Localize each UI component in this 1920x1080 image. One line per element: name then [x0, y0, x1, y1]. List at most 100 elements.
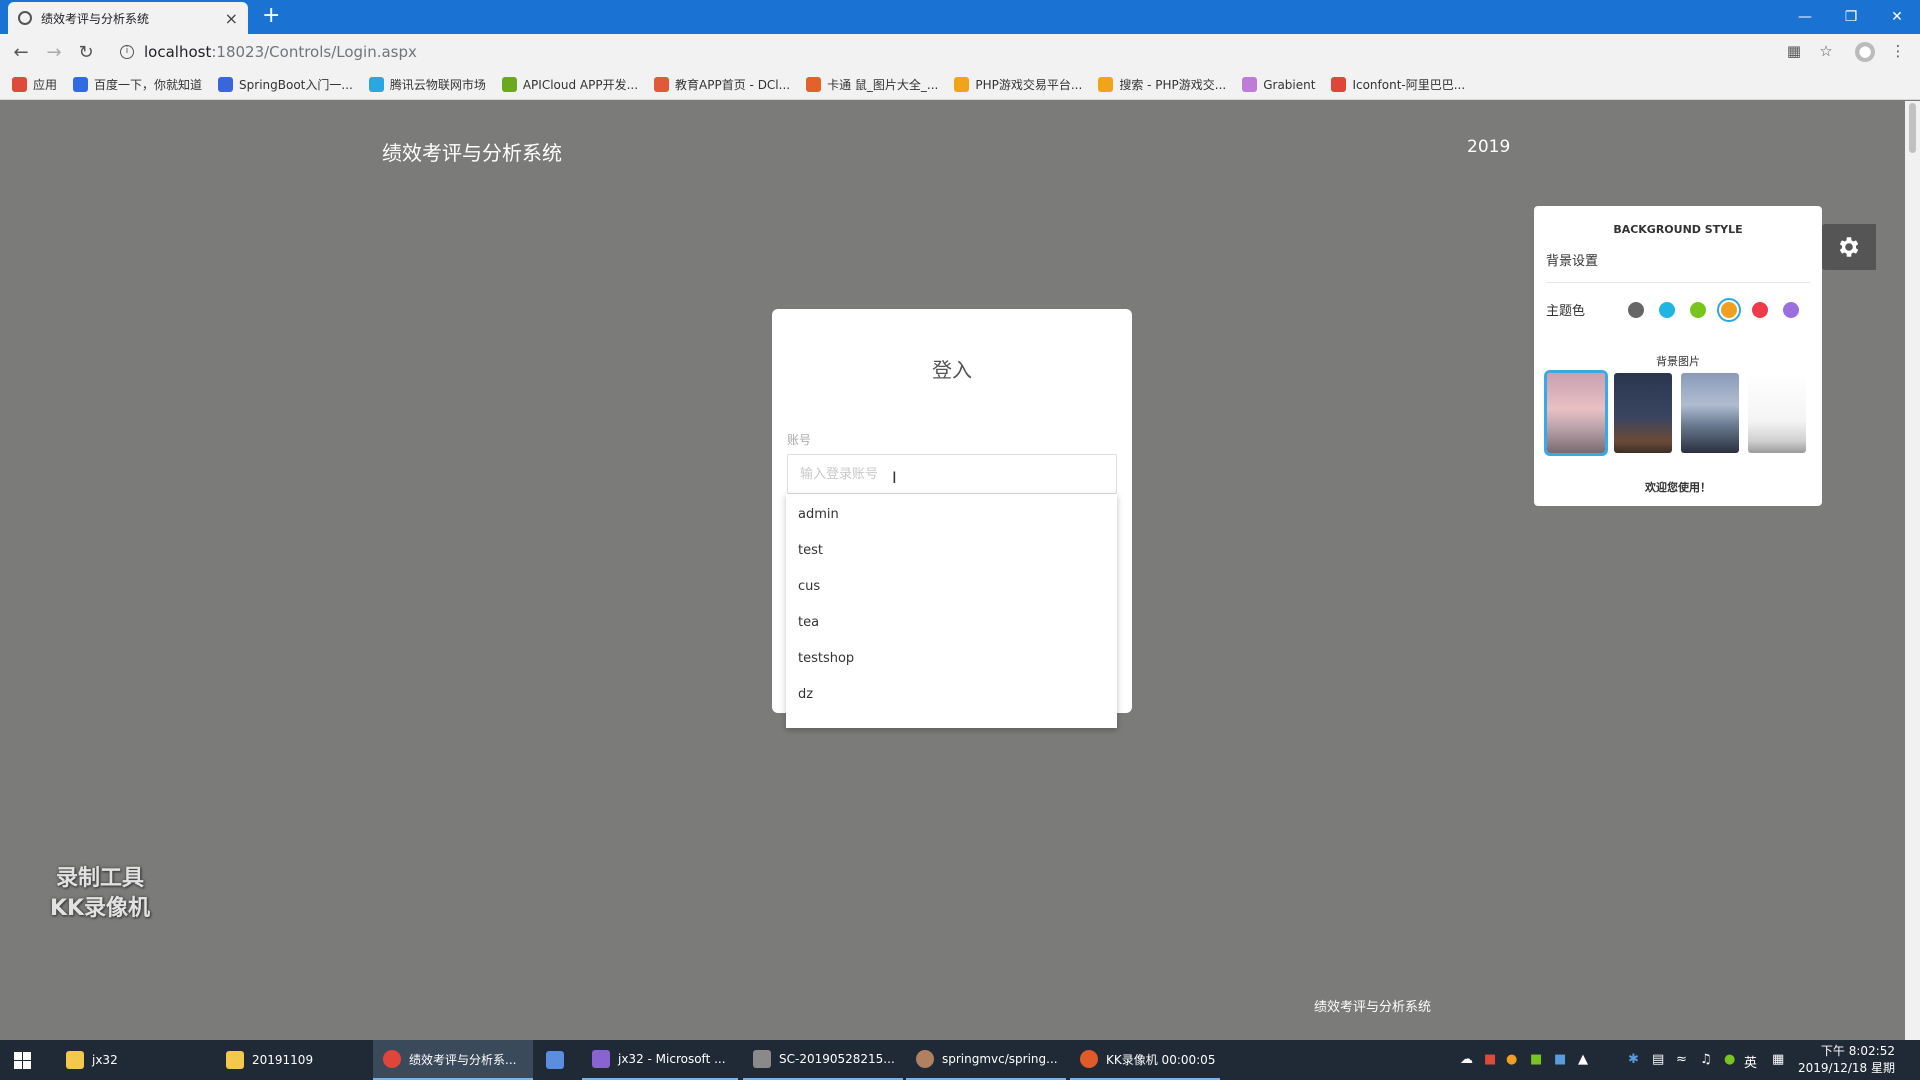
- network-icon[interactable]: ▤: [1652, 1052, 1664, 1067]
- bookmark-item[interactable]: 卡通 鼠_图片大全_...: [806, 76, 938, 93]
- volume-icon[interactable]: ♫: [1700, 1052, 1712, 1067]
- visual-studio-icon: [592, 1050, 610, 1068]
- bookmark-label: PHP游戏交易平台...: [975, 78, 1083, 92]
- taskbar-item-label: SC-20190528215...: [779, 1052, 895, 1066]
- bookmark-label: 应用: [33, 78, 58, 92]
- bluetooth-icon[interactable]: ✱: [1628, 1052, 1639, 1067]
- wifi-icon[interactable]: ≈: [1676, 1052, 1687, 1067]
- browser-title-bar: 绩效考评与分析系统 × + — ❐ ✕: [0, 0, 1920, 34]
- taskbar-item-app[interactable]: [536, 1040, 578, 1080]
- theme-swatch-orange[interactable]: [1721, 302, 1737, 318]
- apicloud-icon: [501, 77, 517, 92]
- profile-avatar-icon[interactable]: ●: [1855, 42, 1875, 62]
- taskbar-item-visual-studio[interactable]: jx32 - Microsoft ...: [582, 1040, 738, 1080]
- background-thumbnail-1[interactable]: [1547, 373, 1605, 453]
- tray-app-icon[interactable]: ▲: [1578, 1052, 1588, 1067]
- theme-color-label: 主题色: [1546, 304, 1586, 319]
- system-title: 绩效考评与分析系统: [382, 141, 562, 165]
- autocomplete-option[interactable]: test: [786, 539, 1117, 575]
- background-thumbnail-2[interactable]: [1614, 373, 1672, 453]
- settings-divider: [1546, 282, 1810, 283]
- bookmark-item[interactable]: APICloud APP开发...: [501, 76, 639, 93]
- page-scrollbar[interactable]: [1905, 101, 1920, 1040]
- bookmark-item[interactable]: 教育APP首页 - DCl...: [654, 76, 790, 93]
- theme-swatch-green[interactable]: [1690, 302, 1706, 318]
- browser-tab[interactable]: 绩效考评与分析系统 ×: [8, 2, 248, 34]
- taskbar-item-label: KK录像机 00:00:05: [1106, 1052, 1216, 1067]
- taskbar-item-label: jx32 - Microsoft ...: [618, 1052, 726, 1066]
- tray-app-icon[interactable]: ●: [1724, 1052, 1735, 1067]
- tray-cloud-icon[interactable]: ☁: [1460, 1052, 1473, 1067]
- minimize-icon[interactable]: —: [1782, 0, 1828, 34]
- restore-icon[interactable]: ❐: [1828, 0, 1874, 34]
- autocomplete-option[interactable]: dz: [786, 683, 1117, 719]
- address-bar[interactable]: i localhost:18023/Controls/Login.aspx: [110, 38, 1780, 66]
- taskbar-item-chrome[interactable]: 绩效考评与分析系...: [373, 1040, 533, 1080]
- autocomplete-option[interactable]: testshop: [786, 647, 1117, 683]
- bookmark-label: Grabient: [1263, 77, 1316, 92]
- tray-app-icon[interactable]: ■: [1484, 1052, 1496, 1067]
- autocomplete-option[interactable]: admin: [786, 503, 1117, 539]
- text-cursor-icon: I: [892, 468, 897, 487]
- taskbar-item-label: 绩效考评与分析系...: [409, 1052, 517, 1067]
- bookmark-label: APICloud APP开发...: [522, 78, 639, 92]
- taskbar-item-folder-jx32[interactable]: jx32: [56, 1040, 206, 1080]
- bookmark-item[interactable]: 搜索 - PHP游戏交...: [1098, 76, 1226, 93]
- reload-icon[interactable]: ↻: [74, 40, 98, 64]
- theme-swatch-purple[interactable]: [1783, 302, 1799, 318]
- apps-grid-icon: [12, 77, 27, 92]
- picture-icon: [806, 77, 822, 92]
- windows-start-icon[interactable]: [14, 1052, 31, 1069]
- bookmark-item[interactable]: SpringBoot入门一...: [218, 76, 353, 93]
- background-settings-panel: BACKGROUND STYLE 背景设置 主题色 背景图片 欢迎您使用！: [1534, 206, 1834, 506]
- menu-dots-icon[interactable]: ⋮: [1888, 42, 1908, 62]
- scrollbar-thumb[interactable]: [1909, 103, 1916, 153]
- close-window-icon[interactable]: ✕: [1874, 0, 1920, 34]
- tab-close-icon[interactable]: ×: [225, 9, 238, 28]
- bookmark-label: 搜索 - PHP游戏交...: [1119, 78, 1227, 92]
- theme-swatch-red[interactable]: [1752, 302, 1768, 318]
- bookmark-label: SpringBoot入门一...: [239, 78, 353, 92]
- keyboard-icon[interactable]: ▦: [1772, 1052, 1784, 1067]
- autocomplete-option[interactable]: tea: [786, 611, 1117, 647]
- chrome-icon: [383, 1050, 401, 1068]
- gradient-icon: [1242, 77, 1258, 92]
- ime-indicator[interactable]: 英: [1744, 1052, 1757, 1071]
- theme-swatch-cyan[interactable]: [1659, 302, 1675, 318]
- back-icon[interactable]: ←: [9, 40, 33, 64]
- forward-icon[interactable]: →: [42, 40, 66, 64]
- tray-app-icon[interactable]: ■: [1530, 1052, 1542, 1067]
- folder-icon: [66, 1051, 84, 1069]
- taskbar-clock[interactable]: 下午 8:02:52 2019/12/18 星期三: [1795, 1043, 1895, 1080]
- taskbar-item-sc-tool[interactable]: SC-20190528215...: [743, 1040, 903, 1080]
- taskbar-item-kk-recorder[interactable]: KK录像机 00:00:05: [1070, 1040, 1220, 1080]
- account-label: 账号: [787, 433, 812, 447]
- bookmark-item[interactable]: 百度一下，你就知道: [73, 76, 202, 93]
- welcome-text: 欢迎您使用！: [1645, 481, 1711, 494]
- url-host: localhost: [144, 43, 212, 61]
- bookmark-item[interactable]: Iconfont-阿里巴巴...: [1331, 76, 1465, 93]
- tray-app-icon[interactable]: ●: [1506, 1052, 1517, 1067]
- bookmark-label: 教育APP首页 - DCl...: [675, 78, 791, 92]
- cloud-icon: [368, 77, 384, 92]
- bookmark-item[interactable]: PHP游戏交易平台...: [954, 76, 1082, 93]
- tray-app-icon[interactable]: ■: [1554, 1052, 1566, 1067]
- bookmark-item[interactable]: 腾讯云物联网市场: [368, 76, 486, 93]
- site-info-icon[interactable]: i: [120, 45, 134, 59]
- new-tab-button[interactable]: +: [262, 5, 280, 27]
- taskbar-item-folder-20191109[interactable]: 20191109: [216, 1040, 366, 1080]
- background-thumbnail-4[interactable]: [1748, 373, 1806, 453]
- taskbar-item-label: springmvc/spring...: [942, 1052, 1058, 1066]
- translate-icon[interactable]: ▦: [1784, 42, 1804, 62]
- theme-swatch-gray[interactable]: [1628, 302, 1644, 318]
- account-input[interactable]: [787, 454, 1117, 494]
- bookmark-star-icon[interactable]: ☆: [1816, 42, 1836, 62]
- bookmark-item[interactable]: Grabient: [1242, 77, 1315, 92]
- background-thumbnail-3[interactable]: [1681, 373, 1739, 453]
- bookmark-item[interactable]: 应用: [12, 76, 57, 93]
- taskbar-item-springmvc[interactable]: springmvc/spring...: [906, 1040, 1066, 1080]
- bookmark-label: 百度一下，你就知道: [94, 78, 203, 92]
- autocomplete-option[interactable]: cus: [786, 575, 1117, 611]
- bookmarks-bar: 应用 百度一下，你就知道 SpringBoot入门一... 腾讯云物联网市场 APICl…: [0, 70, 1920, 100]
- settings-gear-button[interactable]: [1822, 224, 1876, 270]
